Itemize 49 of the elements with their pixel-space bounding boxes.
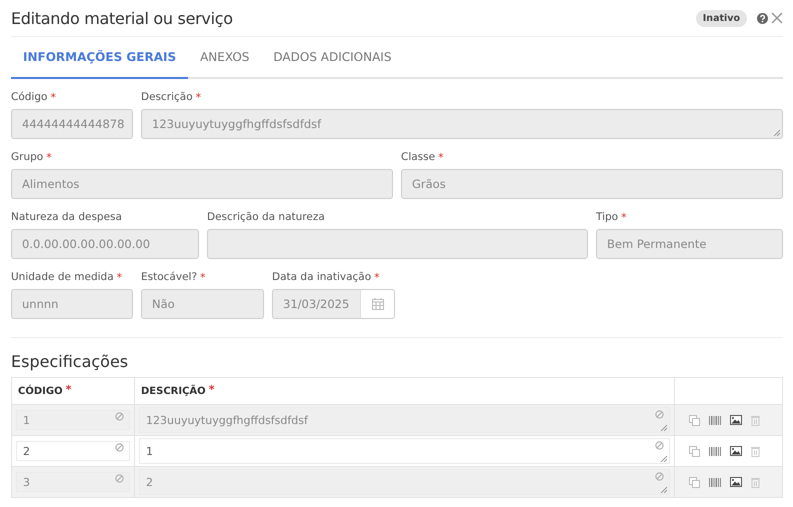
field-label: Grupo	[11, 151, 44, 163]
ban-icon	[115, 443, 124, 452]
required-mark: *	[621, 211, 627, 224]
section-title: Especificações	[11, 352, 130, 371]
column-header: DESCRIÇÃO	[141, 386, 206, 396]
required-mark: *	[46, 151, 52, 164]
field-label: Data da inativação	[272, 271, 372, 283]
field-label: Código	[11, 91, 48, 103]
barcode-icon[interactable]	[709, 446, 721, 456]
barcode-icon[interactable]	[709, 478, 721, 486]
field-label: Tipo	[596, 211, 618, 223]
barcode-icon[interactable]	[709, 416, 721, 424]
required-mark: *	[196, 91, 202, 104]
field-label: Unidade de medida	[11, 271, 114, 283]
tab[interactable]: INFORMAÇÕES GERAIS	[11, 37, 188, 79]
image-icon[interactable]	[730, 477, 742, 487]
required-mark: *	[200, 271, 206, 284]
field-label: Descrição	[141, 91, 193, 103]
ban-icon	[655, 472, 664, 481]
trash-icon[interactable]	[751, 446, 760, 456]
required-mark: *	[116, 271, 122, 284]
required-mark: *	[438, 151, 444, 164]
ban-icon	[655, 410, 664, 419]
image-icon[interactable]	[730, 415, 742, 425]
tab[interactable]: DADOS ADICIONAIS	[261, 37, 404, 79]
copy-icon[interactable]	[689, 476, 700, 488]
code-field[interactable]: 2	[16, 441, 130, 461]
copy-icon[interactable]	[689, 414, 700, 426]
ban-icon	[115, 412, 124, 421]
required-mark: *	[374, 271, 380, 284]
tab[interactable]: ANEXOS	[188, 37, 262, 79]
field-label: Classe	[401, 151, 436, 163]
required-mark: *	[66, 383, 72, 396]
close-icon[interactable]	[771, 12, 783, 24]
ban-icon	[655, 441, 664, 450]
image-icon[interactable]	[730, 446, 742, 456]
resize-handle-icon[interactable]	[660, 455, 667, 462]
copy-icon[interactable]	[689, 446, 700, 456]
description-field[interactable]: 1	[139, 438, 670, 464]
help-icon[interactable]	[757, 12, 768, 24]
dialog-title: Editando material ou serviço	[11, 8, 234, 28]
field-label: Estocável?	[141, 271, 198, 283]
required-mark: *	[50, 91, 56, 104]
column-header: CÓDIGO	[18, 386, 63, 396]
status-badge: Inativo	[696, 10, 747, 26]
field-label: Descrição da natureza	[207, 211, 325, 223]
required-mark: *	[208, 383, 214, 396]
field-label: Natureza da despesa	[11, 211, 122, 223]
ban-icon	[115, 474, 124, 483]
